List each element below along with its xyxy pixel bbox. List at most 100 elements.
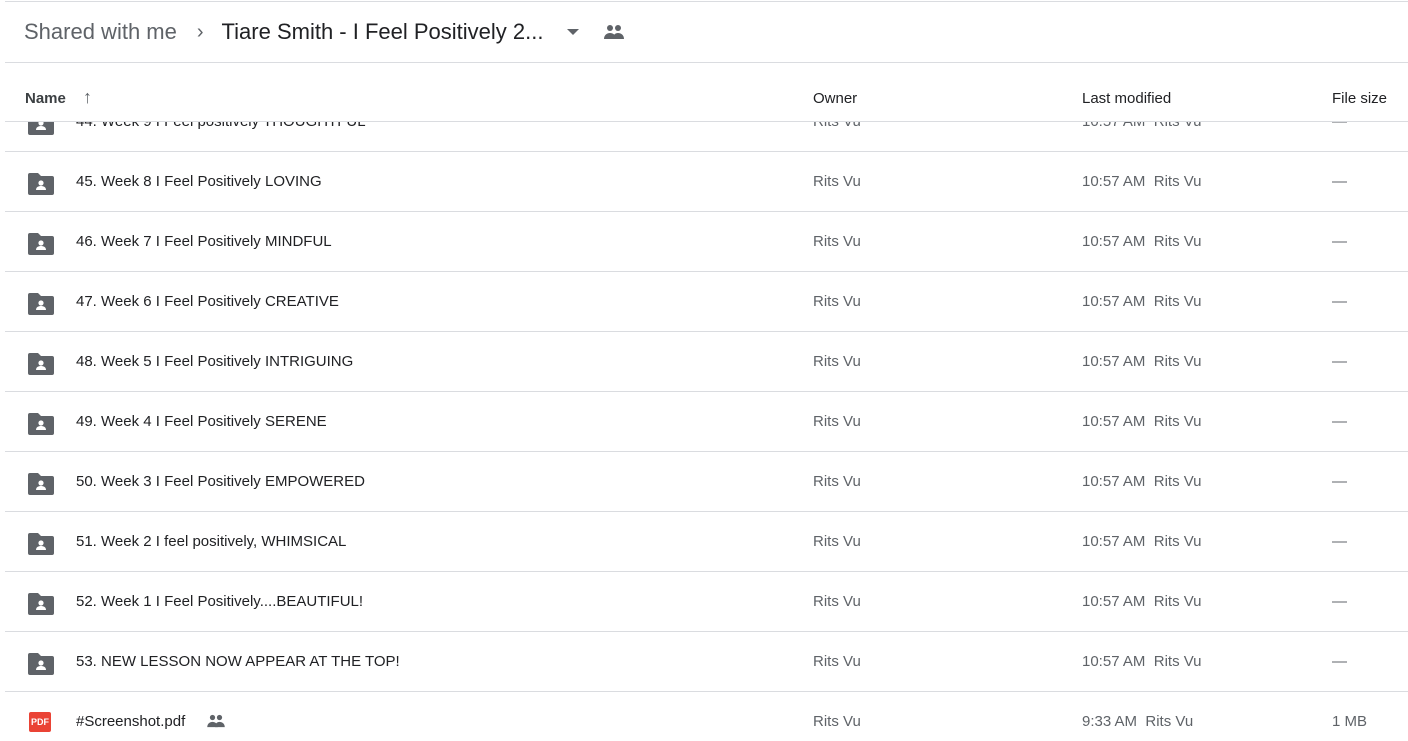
shared-folder-icon xyxy=(28,293,54,319)
file-row[interactable]: 47. Week 6 I Feel Positively CREATIVE Rit… xyxy=(5,272,1408,332)
file-size: — xyxy=(1332,353,1347,370)
file-size: 1 MB xyxy=(1332,713,1368,730)
file-name[interactable]: 46. Week 7 I Feel Positively MINDFUL xyxy=(76,233,332,250)
modified-by: Rits Vu xyxy=(1153,533,1202,550)
breadcrumb-shared-with-me[interactable]: Shared with me xyxy=(24,19,177,45)
modified-time: 10:57 AM xyxy=(1082,593,1146,610)
file-owner: Rits Vu xyxy=(813,713,861,730)
file-name[interactable]: 50. Week 3 I Feel Positively EMPOWERED xyxy=(76,473,365,490)
modified-time: 10:57 AM xyxy=(1082,473,1146,490)
file-name[interactable]: 48. Week 5 I Feel Positively INTRIGUING xyxy=(76,353,353,370)
file-name[interactable]: 53. NEW LESSON NOW APPEAR AT THE TOP! xyxy=(76,653,400,670)
file-row[interactable]: 46. Week 7 I Feel Positively MINDFUL Rits… xyxy=(5,212,1408,272)
file-size: — xyxy=(1332,173,1347,190)
modified-time: 10:57 AM xyxy=(1082,413,1146,430)
modified-by: Rits Vu xyxy=(1153,353,1202,370)
file-owner: Rits Vu xyxy=(813,173,861,190)
file-name[interactable]: 49. Week 4 I Feel Positively SERENE xyxy=(76,413,327,430)
file-row[interactable]: 53. NEW LESSON NOW APPEAR AT THE TOP! Rit… xyxy=(5,632,1408,692)
file-row[interactable]: 49. Week 4 I Feel Positively SERENE Rits … xyxy=(5,392,1408,452)
column-last-modified[interactable]: Last modified xyxy=(1082,90,1171,107)
column-name[interactable]: Name xyxy=(25,90,66,107)
file-row[interactable]: 44. Week 9 I Feel positively THOUGHTFUL R… xyxy=(5,122,1408,152)
modified-by: Rits Vu xyxy=(1153,413,1202,430)
shared-folder-icon xyxy=(28,353,54,379)
modified-by: Rits Vu xyxy=(1153,173,1202,190)
file-row[interactable]: 45. Week 8 I Feel Positively LOVING Rits … xyxy=(5,152,1408,212)
modified-by: Rits Vu xyxy=(1153,653,1202,670)
modified-by: Rits Vu xyxy=(1154,122,1202,130)
modified-by: Rits Vu xyxy=(1153,473,1202,490)
shared-folder-icon xyxy=(28,653,54,679)
file-size: — xyxy=(1332,413,1347,430)
file-row[interactable]: 50. Week 3 I Feel Positively EMPOWERED Ri… xyxy=(5,452,1408,512)
last-modified: 10:57 AM Rits Vu xyxy=(1082,473,1202,490)
file-owner: Rits Vu xyxy=(813,533,861,550)
modified-by: Rits Vu xyxy=(1145,713,1194,730)
shared-folder-icon xyxy=(28,233,54,259)
file-size: — xyxy=(1332,473,1347,490)
modified-time: 10:57 AM xyxy=(1082,353,1146,370)
last-modified: 10:57 AM Rits Vu xyxy=(1082,533,1202,550)
last-modified: 10:57 AM Rits Vu xyxy=(1082,233,1202,250)
modified-time: 10:57 AM xyxy=(1082,173,1146,190)
last-modified: 10:57 AM Rits Vu xyxy=(1082,353,1202,370)
last-modified: 10:57 AM Rits Vu xyxy=(1082,593,1202,610)
file-size: — xyxy=(1332,593,1347,610)
shared-folder-icon xyxy=(28,122,54,139)
breadcrumb-current-folder[interactable]: Tiare Smith - I Feel Positively 2... xyxy=(222,19,544,45)
dropdown-caret-icon[interactable] xyxy=(567,29,580,35)
file-row[interactable]: PDF #Screenshot.pdf Rits Vu 9:33 AM Rits Vu… xyxy=(5,692,1408,741)
shared-people-icon xyxy=(604,25,625,39)
file-owner: Rits Vu xyxy=(813,293,861,310)
file-name[interactable]: 47. Week 6 I Feel Positively CREATIVE xyxy=(76,293,339,310)
pdf-icon: PDF xyxy=(29,712,51,732)
shared-folder-icon xyxy=(28,473,54,499)
modified-by: Rits Vu xyxy=(1153,593,1202,610)
file-list[interactable]: 44. Week 9 I Feel positively THOUGHTFUL R… xyxy=(5,122,1408,741)
file-size: — xyxy=(1332,233,1347,250)
file-owner: Rits Vu xyxy=(813,353,861,370)
modified-by: Rits Vu xyxy=(1153,233,1202,250)
file-owner: Rits Vu xyxy=(813,233,861,250)
file-row[interactable]: 48. Week 5 I Feel Positively INTRIGUING R… xyxy=(5,332,1408,392)
file-size: — xyxy=(1332,122,1347,130)
file-size: — xyxy=(1332,653,1347,670)
shared-folder-icon xyxy=(28,413,54,439)
file-size: — xyxy=(1332,293,1347,310)
last-modified: 9:33 AM Rits Vu xyxy=(1082,713,1193,730)
file-owner: Rits Vu xyxy=(813,593,861,610)
file-owner: Rits Vu xyxy=(813,473,861,490)
column-header-row: Name ↑ Owner Last modified File size xyxy=(5,63,1408,122)
last-modified: 10:57 AM Rits Vu xyxy=(1082,413,1202,430)
file-name[interactable]: 52. Week 1 I Feel Positively....BEAUTIFU… xyxy=(76,593,363,610)
file-owner: Rits Vu xyxy=(813,413,861,430)
file-name[interactable]: 44. Week 9 I Feel positively THOUGHTFUL xyxy=(76,122,366,130)
column-file-size[interactable]: File size xyxy=(1332,90,1387,107)
shared-folder-icon xyxy=(28,533,54,559)
last-modified: 10:57 AM Rits Vu xyxy=(1082,653,1202,670)
file-row[interactable]: 52. Week 1 I Feel Positively....BEAUTIFU… xyxy=(5,572,1408,632)
last-modified: 10:57 AM Rits Vu xyxy=(1082,173,1202,190)
shared-people-icon xyxy=(207,714,225,728)
column-owner[interactable]: Owner xyxy=(813,90,857,107)
last-modified: 10:57 AM Rits Vu xyxy=(1082,122,1202,130)
modified-by: Rits Vu xyxy=(1153,293,1202,310)
file-row[interactable]: 51. Week 2 I feel positively, WHIMSICAL R… xyxy=(5,512,1408,572)
shared-folder-icon xyxy=(28,173,54,199)
file-name[interactable]: #Screenshot.pdf xyxy=(76,713,185,730)
file-name[interactable]: 45. Week 8 I Feel Positively LOVING xyxy=(76,173,322,190)
modified-time: 10:57 AM xyxy=(1082,233,1146,250)
file-size: — xyxy=(1332,533,1347,550)
chevron-right-icon: › xyxy=(196,20,204,43)
file-owner: Rits Vu xyxy=(813,653,861,670)
modified-time: 10:57 AM xyxy=(1082,293,1146,310)
sort-ascending-icon[interactable]: ↑ xyxy=(83,87,92,108)
file-owner: Rits Vu xyxy=(813,122,861,130)
modified-time: 10:57 AM xyxy=(1082,653,1146,670)
file-name[interactable]: 51. Week 2 I feel positively, WHIMSICAL xyxy=(76,533,346,550)
breadcrumb: Shared with me › Tiare Smith - I Feel Po… xyxy=(5,2,1408,63)
modified-time: 10:57 AM xyxy=(1082,122,1145,130)
last-modified: 10:57 AM Rits Vu xyxy=(1082,293,1202,310)
shared-folder-icon xyxy=(28,593,54,619)
